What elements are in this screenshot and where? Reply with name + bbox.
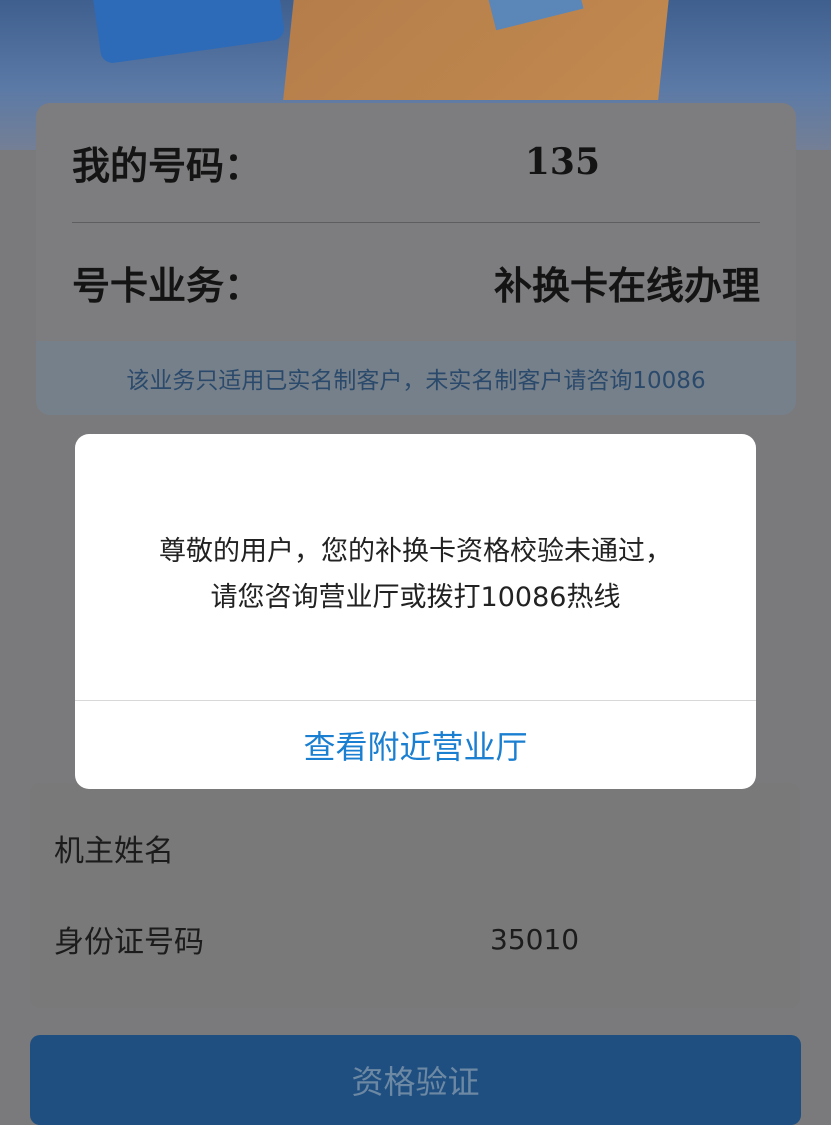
- service-value: 补换卡在线办理: [493, 263, 760, 308]
- id-number-row[interactable]: 身份证号码 35010: [54, 909, 774, 969]
- realname-notice: 该业务只适用已实名制客户，未实名制客户请咨询10086: [36, 341, 796, 415]
- verification-form: 机主姓名 身份证号码 35010: [30, 783, 800, 1008]
- dialog-message: 尊敬的用户，您的补换卡资格校验未通过， 请您咨询营业厅或拨打10086热线: [75, 529, 756, 679]
- verification-failed-dialog: 尊敬的用户，您的补换卡资格校验未通过， 请您咨询营业厅或拨打10086热线 查看…: [75, 434, 756, 789]
- banner-decoration: [89, 0, 286, 65]
- owner-name-label: 机主姓名: [54, 834, 174, 869]
- id-number-label: 身份证号码: [54, 925, 204, 960]
- my-number-label: 我的号码：: [72, 143, 263, 188]
- service-label: 号卡业务：: [72, 263, 263, 308]
- my-number-row: 我的号码： 135: [72, 103, 760, 221]
- my-number-value: 135: [524, 141, 600, 183]
- verify-button[interactable]: 资格验证: [30, 1035, 801, 1125]
- owner-name-row[interactable]: 机主姓名: [54, 818, 774, 878]
- dialog-message-line: 请您咨询营业厅或拨打10086热线: [210, 582, 621, 613]
- dialog-message-line: 尊敬的用户，您的补换卡资格校验未通过，: [159, 536, 672, 567]
- nearby-stores-button[interactable]: 查看附近营业厅: [75, 701, 756, 789]
- service-row: 号卡业务： 补换卡在线办理: [72, 223, 760, 341]
- id-number-field[interactable]: 35010: [490, 923, 579, 956]
- banner-decoration: [283, 0, 672, 100]
- account-info-card: 我的号码： 135 号卡业务： 补换卡在线办理 该业务只适用已实名制客户，未实名…: [36, 103, 796, 415]
